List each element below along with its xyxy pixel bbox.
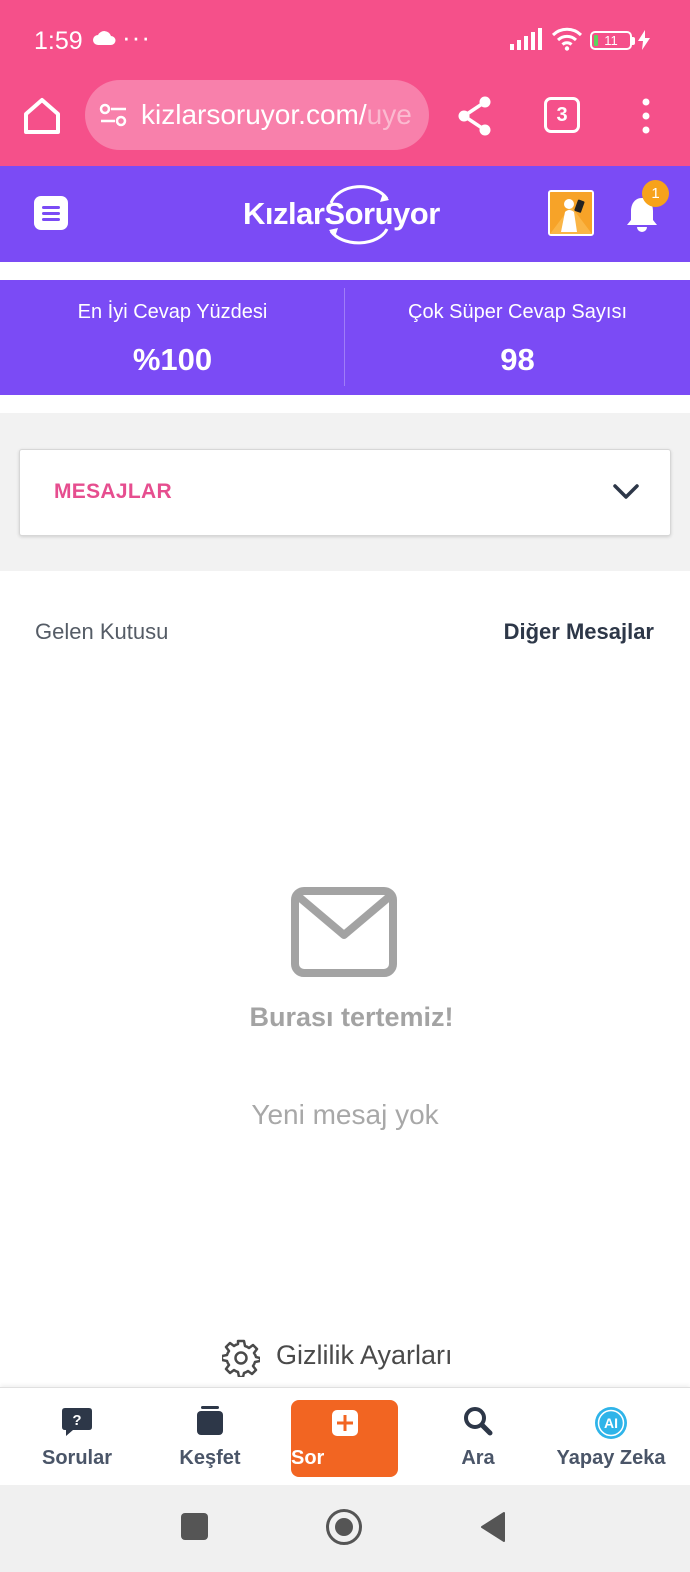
url-path: uye [366, 99, 412, 130]
nav-questions[interactable]: ? Sorular [10, 1388, 144, 1486]
cloud-icon [93, 31, 116, 45]
notification-badge: 1 [642, 180, 669, 207]
search-icon [464, 1407, 493, 1436]
user-stats: En İyi Cevap Yüzdesi %100 Çok Süper Ceva… [0, 280, 690, 395]
logo-swoosh-icon [329, 185, 389, 245]
nav-label: Keşfet [179, 1447, 241, 1469]
nav-label: Yapay Zeka [556, 1447, 666, 1469]
charging-bolt-icon [638, 30, 650, 50]
svg-text:AI: AI [604, 1415, 618, 1431]
status-bar: 1:59 ··· 11 [0, 0, 690, 80]
empty-state-subtitle: Yeni mesaj yok [251, 1099, 439, 1130]
home-button[interactable] [326, 1509, 362, 1545]
best-answer-percentage: En İyi Cevap Yüzdesi %100 [0, 280, 345, 395]
privacy-settings-label: Gizlilik Ayarları [276, 1340, 453, 1370]
bottom-navigation: ? Sorular Keşfet Sor Ara AI Yapay Zeka [0, 1387, 690, 1485]
section-band: MESAJLAR [0, 413, 690, 571]
share-icon[interactable] [455, 94, 495, 138]
cards-stack-icon [197, 1406, 223, 1435]
browser-toolbar: kizlarsoruyor.com/uye 3 [0, 80, 690, 166]
tab-other-messages[interactable]: Diğer Mesajlar [504, 619, 654, 645]
more-vert-icon[interactable] [636, 96, 656, 136]
recent-apps-button[interactable] [181, 1513, 208, 1540]
app-header: KızlarSoruyor [0, 166, 690, 262]
nav-ask-button[interactable]: Sor [291, 1400, 398, 1477]
stat-label: Çok Süper Cevap Sayısı [408, 301, 627, 323]
url-domain: kizlarsoruyor.com/ [141, 99, 367, 130]
stat-label: En İyi Cevap Yüzdesi [77, 301, 268, 323]
nav-label: Sor [291, 1447, 325, 1469]
battery-icon: 11 [590, 31, 632, 50]
messages-dropdown-label: MESAJLAR [54, 480, 172, 503]
back-triangle-icon[interactable] [480, 1511, 506, 1543]
avatar-image [550, 192, 592, 234]
svg-text:?: ? [72, 1412, 81, 1429]
envelope-icon [291, 887, 397, 977]
battery-nub [632, 37, 635, 45]
tab-switcher-button[interactable]: 3 [544, 97, 580, 133]
url-text: kizlarsoruyor.com/uye [141, 99, 412, 131]
home-icon[interactable] [20, 94, 64, 138]
ai-icon: AI [595, 1407, 627, 1439]
nav-label: Sorular [41, 1447, 113, 1469]
status-time: 1:59 [34, 27, 83, 55]
nav-explore[interactable]: Keşfet [143, 1388, 277, 1486]
empty-state-title: Burası tertemiz! [249, 1002, 454, 1032]
question-bubble-icon: ? [62, 1408, 92, 1436]
plus-square-icon [331, 1410, 358, 1436]
nav-search[interactable]: Ara [411, 1388, 545, 1486]
super-answer-count: Çok Süper Cevap Sayısı 98 [345, 280, 690, 395]
address-bar[interactable]: kizlarsoruyor.com/uye [85, 80, 429, 150]
nav-ai[interactable]: AI Yapay Zeka [544, 1388, 678, 1486]
menu-button[interactable] [34, 196, 68, 230]
status-more-dots: ··· [122, 22, 151, 52]
site-settings-icon[interactable] [99, 102, 129, 128]
system-navigation-bar [0, 1485, 690, 1572]
signal-icon [510, 28, 542, 50]
chevron-down-icon [613, 484, 639, 499]
tab-inbox[interactable]: Gelen Kutusu [35, 619, 168, 645]
gear-icon [222, 1339, 260, 1377]
stat-value: 98 [500, 342, 535, 377]
user-avatar[interactable] [548, 190, 594, 236]
battery-percent: 11 [604, 33, 618, 48]
nav-label: Ara [461, 1447, 495, 1469]
stat-value: %100 [132, 342, 213, 377]
wifi-icon [551, 27, 583, 51]
site-logo[interactable]: KızlarSoruyor [243, 185, 453, 245]
messages-dropdown[interactable]: MESAJLAR [19, 449, 671, 536]
